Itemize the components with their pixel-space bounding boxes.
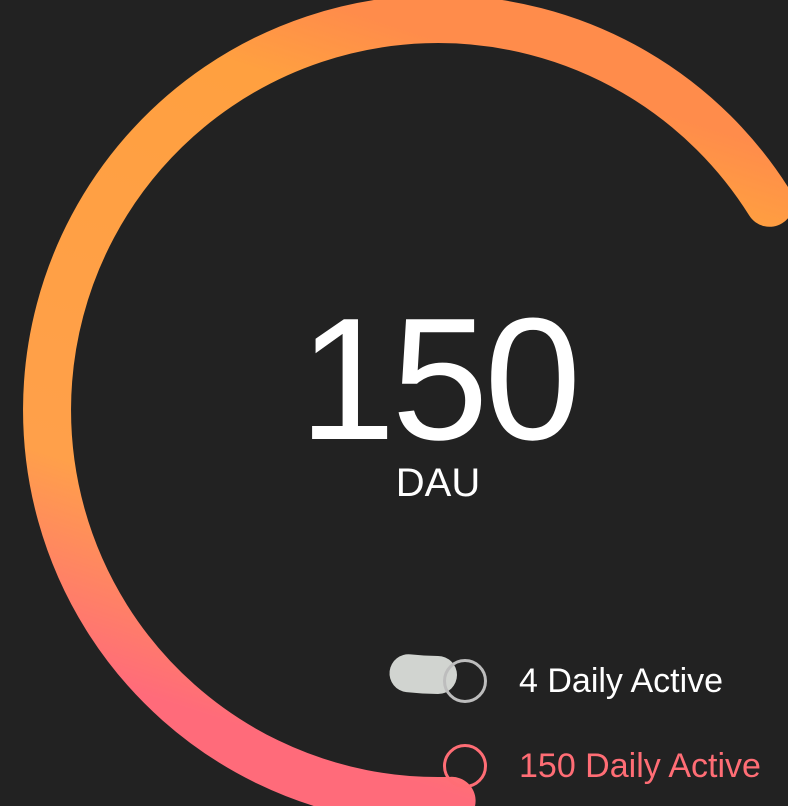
legend-label: 150 Daily Active xyxy=(519,747,761,785)
legend-label: 4 Daily Active xyxy=(519,662,724,700)
legend-item-4-daily-active: 4 Daily Active xyxy=(443,656,723,706)
legend-circle-icon xyxy=(443,659,487,703)
legend-item-150-daily-active: 150 Daily Active xyxy=(443,741,761,791)
dau-total-value: 150 xyxy=(298,281,581,476)
legend-circle-icon xyxy=(443,744,487,788)
series-arc-4-daily-active xyxy=(389,654,457,694)
dau-total-label: DAU xyxy=(395,461,481,505)
